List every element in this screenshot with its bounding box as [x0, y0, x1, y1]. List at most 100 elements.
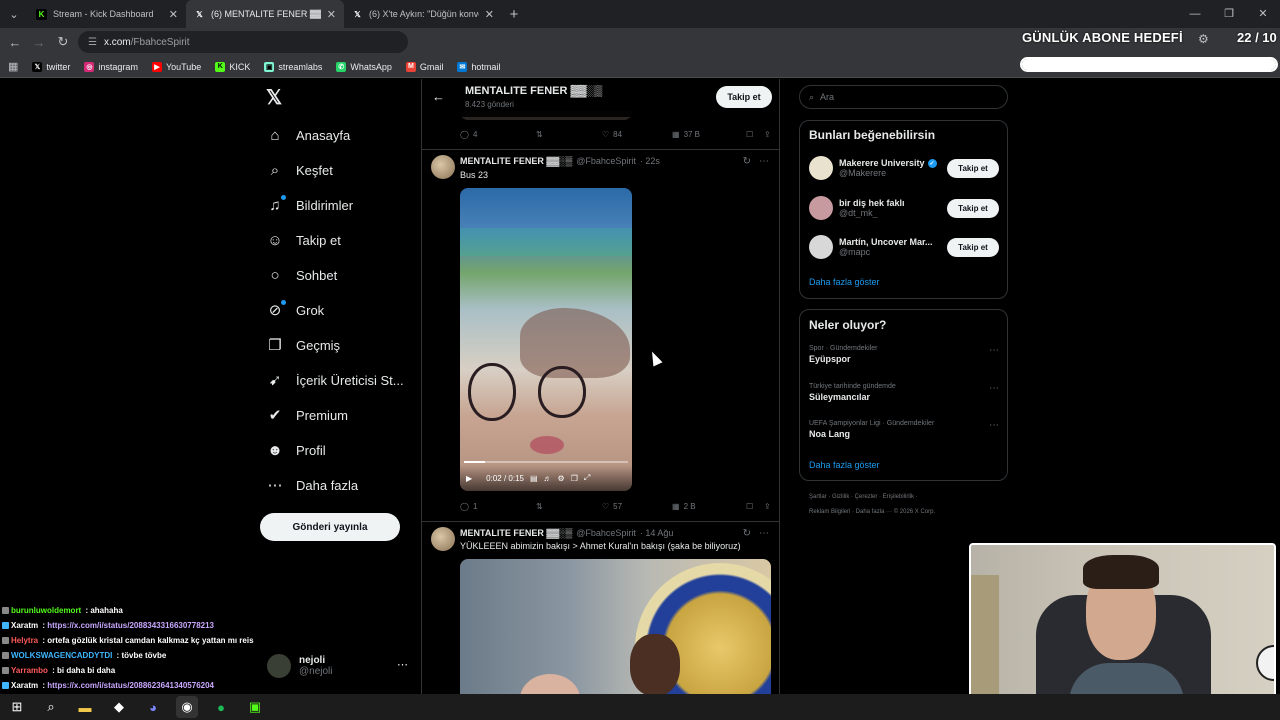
views-button[interactable]: ▦ 37 B [672, 130, 746, 139]
close-window-icon[interactable]: ✕ [1246, 0, 1280, 28]
tweet-time[interactable]: · 22s [640, 156, 660, 166]
who-to-follow-row[interactable]: Makerere University ✓ @Makerere Takip et [809, 155, 999, 181]
follow-button[interactable]: Takip et [716, 86, 772, 108]
share-button[interactable]: ⇪ [764, 130, 771, 139]
captions-icon[interactable]: ▤ [530, 474, 538, 483]
spotify-icon[interactable]: ● [210, 696, 232, 718]
folder-icon[interactable]: ▬ [74, 696, 96, 718]
tweet-author-name[interactable]: MENTALITE FENER ▓▓░▒ [460, 528, 572, 538]
play-icon[interactable]: ▶ [466, 474, 472, 483]
tweet-time[interactable]: · 14 Ağu [640, 528, 674, 538]
nav-item-4[interactable]: ○ Sohbet [266, 262, 337, 288]
back-icon[interactable]: ← [6, 35, 24, 50]
tweet-video[interactable]: ▶ 0:02 / 0:15 ▤ ♬ ⚙ ❐ ⤢ [460, 188, 632, 491]
apps-icon[interactable]: ▦ [8, 60, 18, 73]
user-name[interactable]: Makerere University ✓ [839, 158, 947, 168]
footer-links[interactable]: Şartlar · Gizlilik · Çerezler · Erişileb… [809, 490, 1009, 520]
tweet-author-handle[interactable]: @FbahceSpirit [576, 528, 636, 538]
nav-item-7[interactable]: ➹ İçerik Üreticisi St... [266, 367, 404, 393]
tweet-author-name[interactable]: MENTALITE FENER ▓▓░▒ [460, 156, 572, 166]
share-button[interactable]: ⇪ [764, 502, 771, 511]
bookmark-twitter[interactable]: 𝕏twitter [32, 61, 70, 72]
nav-item-1[interactable]: ⌕ Keşfet [266, 157, 333, 183]
discord-icon[interactable]: ◕ [142, 696, 164, 718]
tab-search-icon[interactable]: ⌄ [0, 0, 28, 28]
tweet-image[interactable] [460, 559, 771, 699]
nav-item-6[interactable]: ❐ Geçmiş [266, 332, 340, 358]
nav-item-9[interactable]: ☻ Profil [266, 437, 326, 463]
browser-tab[interactable]: 𝕏 (6) MENTALITE FENER ▓▓░▒ (@F ✕ [186, 0, 344, 28]
video-progress-bar[interactable] [464, 461, 628, 463]
mute-icon[interactable]: ♬ [544, 474, 552, 483]
bookmark-hotmail[interactable]: ✉ hotmail [457, 61, 500, 72]
like-button[interactable]: ♡ 84 [602, 130, 672, 139]
show-more-link[interactable]: Daha fazla göster [809, 277, 880, 287]
who-to-follow-row[interactable]: Martín, Uncover Mar... @mapc Takip et [809, 234, 999, 260]
app-icon[interactable]: ◆ [108, 696, 130, 718]
reply-button[interactable]: ◯ 1 [460, 502, 536, 511]
grok-icon[interactable]: ↻ [743, 156, 751, 167]
search-input[interactable]: ⌕ Ara [799, 85, 1008, 109]
settings-icon[interactable]: ⚙ [558, 474, 565, 483]
chat-link[interactable]: https://x.com/i/status/20886236413405762… [47, 681, 214, 690]
more-icon[interactable]: ⋯ [989, 345, 999, 356]
more-icon[interactable]: ⋯ [989, 420, 999, 431]
avatar[interactable] [809, 235, 833, 259]
nav-item-10[interactable]: ⋯ Daha fazla [266, 472, 359, 498]
trend-item[interactable]: Türkiye tarihinde gündemde Süleymancılar ⋯ [809, 383, 999, 402]
footer-line[interactable]: Reklam Bilgileri · Daha fazla ··· © 2026… [809, 505, 1009, 520]
minimize-icon[interactable]: — [1178, 0, 1212, 28]
new-tab-button[interactable]: + [502, 6, 526, 23]
fullscreen-icon[interactable]: ⤢ [584, 473, 590, 483]
browser-tab[interactable]: 𝕏 (6) X'te Aykın: "Düğün konvoyu ✕ [344, 0, 502, 28]
retweet-button[interactable]: ⇅ [536, 502, 602, 511]
tweet-author-handle[interactable]: @FbahceSpirit [576, 156, 636, 166]
trend-item[interactable]: Spor · Gündemdekiler Eyüpspor ⋯ [809, 345, 999, 364]
post-button[interactable]: Gönderi yayınla [260, 513, 400, 541]
more-icon[interactable]: ⋯ [759, 156, 769, 167]
like-button[interactable]: ♡ 57 [602, 502, 672, 511]
pip-icon[interactable]: ❐ [571, 474, 578, 483]
reload-icon[interactable]: ↻ [54, 34, 72, 50]
nav-item-8[interactable]: ✔ Premium [266, 402, 348, 428]
site-info-icon[interactable]: ☰ [88, 37, 97, 48]
forward-icon[interactable]: → [30, 35, 48, 50]
trend-item[interactable]: UEFA Şampiyonlar Ligi · Gündemdekiler Noa… [809, 420, 999, 439]
avatar[interactable] [809, 156, 833, 180]
bookmark-button[interactable]: ☐ [746, 502, 764, 511]
reply-button[interactable]: ◯ 4 [460, 130, 536, 139]
windows-icon[interactable]: ⊞ [6, 696, 28, 718]
close-tab-icon[interactable]: ✕ [169, 8, 178, 21]
avatar[interactable] [809, 196, 833, 220]
bookmark-instagram[interactable]: ◎ instagram [84, 61, 138, 72]
more-icon[interactable]: ⋯ [759, 528, 769, 539]
back-arrow-icon[interactable]: ← [432, 89, 445, 104]
search-icon[interactable]: ⌕ [40, 696, 62, 718]
nav-item-2[interactable]: ♫ Bildirimler [266, 192, 353, 218]
chrome-icon[interactable]: ◉ [176, 696, 198, 718]
extensions-icon[interactable]: ⚙ [1198, 32, 1209, 46]
close-tab-icon[interactable]: ✕ [327, 8, 336, 21]
user-name[interactable]: bir diş hek faklı [839, 198, 947, 208]
close-tab-icon[interactable]: ✕ [485, 8, 494, 21]
url-input[interactable]: ☰ x.com/FbahceSpirit [78, 31, 408, 53]
retweet-button[interactable]: ⇅ [536, 130, 602, 139]
grok-icon[interactable]: ↻ [743, 528, 751, 539]
bookmark-youtube[interactable]: ▶ YouTube [151, 61, 201, 72]
browser-tab[interactable]: K Stream - Kick Dashboard ✕ [28, 0, 186, 28]
follow-button[interactable]: Takip et [947, 237, 999, 257]
user-name[interactable]: Martín, Uncover Mar... [839, 237, 947, 247]
kick-icon[interactable]: ▣ [244, 696, 266, 718]
bookmark-gmail[interactable]: M Gmail [405, 61, 443, 72]
avatar[interactable] [431, 155, 455, 179]
follow-button[interactable]: Takip et [947, 198, 999, 218]
restore-icon[interactable]: ❐ [1212, 0, 1246, 28]
x-logo-icon[interactable]: 𝕏 [266, 88, 286, 108]
nav-item-0[interactable]: ⌂ Anasayfa [266, 122, 350, 148]
views-button[interactable]: ▦ 2 B [672, 502, 746, 511]
chat-link[interactable]: https://x.com/i/status/20883433166307782… [47, 621, 214, 630]
bookmark-streamlabs[interactable]: ▣ streamlabs [264, 61, 322, 72]
nav-item-3[interactable]: ☺ Takip et [266, 227, 340, 253]
bookmark-button[interactable]: ☐ [746, 130, 764, 139]
show-more-link[interactable]: Daha fazla göster [809, 460, 880, 470]
